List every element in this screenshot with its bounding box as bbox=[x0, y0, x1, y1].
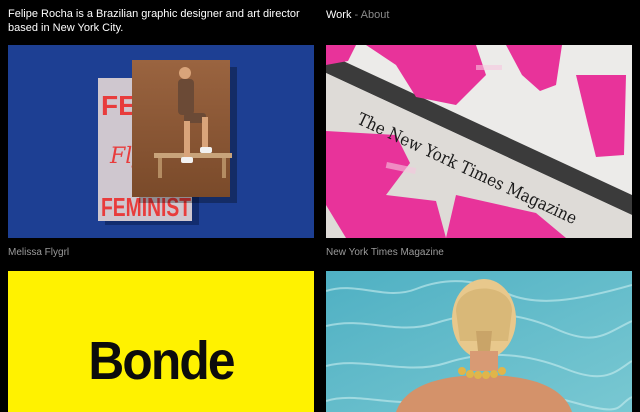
portfolio-page: Felipe Rocha is a Brazilian graphic desi… bbox=[0, 0, 640, 412]
project-tile-bonde[interactable]: Bonde bbox=[8, 271, 314, 412]
bio-line-2: based in New York City. bbox=[8, 22, 124, 34]
top-nav: Work - About bbox=[326, 8, 389, 22]
project-tile-melissa-flygrl[interactable]: FEM Fly FEMINIST bbox=[8, 45, 314, 238]
nav-work-link[interactable]: Work bbox=[326, 9, 351, 21]
nyt-magazine-image: The New York Times Magazine bbox=[326, 45, 632, 238]
project-caption-melissa-flygrl[interactable]: Melissa Flygrl bbox=[8, 247, 69, 259]
project-caption-nyt-magazine[interactable]: New York Times Magazine bbox=[326, 247, 444, 259]
project-tile-nyt-magazine[interactable]: The New York Times Magazine bbox=[326, 45, 632, 238]
bio-line-1: Felipe Rocha is a Brazilian graphic desi… bbox=[8, 8, 300, 20]
bonde-wordmark: Bonde bbox=[88, 331, 235, 391]
pool-portrait-image bbox=[326, 271, 632, 412]
site-bio: Felipe Rocha is a Brazilian graphic desi… bbox=[8, 7, 308, 35]
nav-about-link[interactable]: About bbox=[361, 9, 390, 21]
nav-separator: - bbox=[351, 9, 361, 21]
project-tile-pool-portrait[interactable] bbox=[326, 271, 632, 412]
melissa-flygrl-image: FEM Fly FEMINIST bbox=[8, 45, 314, 238]
